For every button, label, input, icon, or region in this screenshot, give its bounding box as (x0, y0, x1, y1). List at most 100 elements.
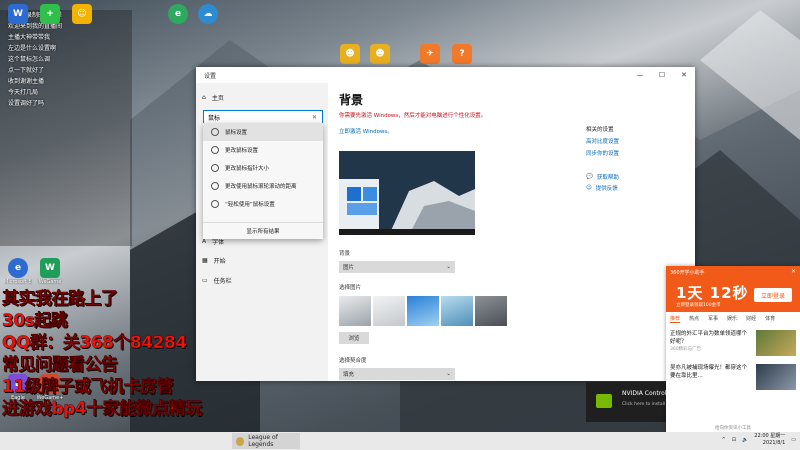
taskbar: League of Legends ^ ⊡ 🔈 22:00 星期一 2021/8… (0, 432, 800, 450)
suggestion-label: 更改鼠标设置 (225, 148, 259, 154)
gear-icon (211, 164, 219, 172)
news-tab[interactable]: 财经 (746, 315, 756, 323)
nav-home[interactable]: ⌂ 主页 (202, 93, 224, 102)
app-icon: ☺ (72, 4, 92, 24)
desktop-icon[interactable]: + (36, 4, 64, 24)
clock[interactable]: 22:00 星期一 2021/8/1 (754, 433, 785, 447)
notification-icon[interactable]: ▭ (791, 437, 796, 443)
news-item-source: 360精彩与广告 (670, 347, 702, 352)
network-icon[interactable]: ⊡ (732, 437, 736, 443)
login-button[interactable]: 立即登录 (754, 288, 792, 302)
home-icon: ⌂ (202, 94, 206, 101)
clock-date: 2021/8/1 (762, 440, 786, 446)
suggestion-item[interactable]: 更改鼠标设置 (203, 141, 323, 159)
background-type-value: 图片 (343, 265, 355, 271)
chevron-up-icon[interactable]: ^ (722, 437, 726, 443)
desktop-icon[interactable]: ☻ (366, 44, 394, 64)
gear-icon (211, 182, 219, 190)
preview-image (339, 151, 475, 235)
app-icon: W (8, 4, 28, 24)
news-item[interactable]: 吴亦凡被捕现场曝光！都穿这个要在靠比里... (670, 364, 750, 380)
feedback-icon: ☺ (586, 185, 592, 191)
news-tab[interactable]: 军事 (708, 315, 718, 323)
gear-icon (211, 146, 219, 154)
settings-search-box[interactable]: ✕ (203, 110, 323, 124)
nav-home-label: 主页 (211, 95, 224, 102)
desktop-icon[interactable]: W (4, 4, 32, 24)
app-icon: ✈ (420, 44, 440, 64)
desktop-icon[interactable]: ? (448, 44, 476, 64)
desktop-icon-wegame[interactable]: W WeGame (36, 258, 64, 285)
desktop-icon[interactable]: ☻ (336, 44, 364, 64)
volume-icon[interactable]: 🔈 (742, 437, 748, 443)
suggestion-item[interactable]: 鼠标设置 (203, 123, 323, 141)
sync-settings-link[interactable]: 同步你的设置 (586, 149, 686, 157)
system-tray: ^ ⊡ 🔈 22:00 星期一 2021/8/1 ▭ (722, 433, 796, 447)
fit-select[interactable]: 填充 ⌄ (339, 368, 455, 380)
taskbar-app-label: League of Legends (248, 434, 278, 448)
feedback-link[interactable]: ☺ 提供反馈 (586, 184, 686, 192)
title-bar[interactable]: 设置 — ☐ ✕ (196, 67, 695, 83)
suggestion-label: 更改鼠标指针大小 (225, 166, 270, 172)
get-help-label: 获取帮助 (596, 175, 619, 181)
news-item-title: 吴亦凡被捕现场曝光！都穿这个要在靠比里... (670, 365, 748, 379)
background-type-select[interactable]: 图片 ⌄ (339, 261, 455, 273)
activation-warning: 你需要先激活 Windows，然后才能对电脑进行个性化设置。 (339, 113, 487, 119)
desktop-icon[interactable]: ☺ (68, 4, 96, 24)
news-thumbnail[interactable] (756, 330, 796, 356)
news-tab[interactable]: 推荐 (670, 315, 681, 323)
clock-time: 22:00 星期一 (754, 433, 786, 439)
suggestion-label: “轻松使用”鼠标设置 (225, 202, 275, 208)
suggestion-item[interactable]: 更改鼠标指针大小 (203, 159, 323, 177)
countdown-subtitle: 立即登录领取100金币 (676, 303, 721, 308)
window-title: 设置 (204, 72, 217, 80)
picture-thumbnail[interactable] (373, 296, 405, 326)
news-header: 360开学小助手 ✕ 1天 12秒 立即登录领取100金币 立即登录 (666, 266, 800, 312)
picture-thumbnail[interactable] (407, 296, 439, 326)
picture-thumbnail[interactable] (441, 296, 473, 326)
nav-taskbar[interactable]: ▭ 任务栏 (202, 276, 232, 285)
search-input[interactable] (204, 113, 312, 121)
news-thumbnail[interactable] (756, 364, 796, 390)
taskbar-app-league-of-legends[interactable]: League of Legends (232, 433, 300, 449)
maximize-button[interactable]: ☐ (651, 67, 673, 83)
desktop-icon[interactable]: ✈ (416, 44, 444, 64)
browse-button[interactable]: 浏览 (339, 332, 369, 344)
edge-icon: e (168, 4, 188, 24)
minimize-button[interactable]: — (629, 67, 651, 83)
news-tab[interactable]: 热点 (689, 315, 699, 323)
desktop-icon[interactable]: e (164, 4, 192, 24)
activate-windows-link[interactable]: 立即激活 Windows。 (339, 127, 393, 135)
chevron-down-icon: ⌄ (446, 264, 451, 270)
overlay-line: 进游戏bp4十家能微点精玩 (2, 399, 203, 419)
desktop-icon[interactable]: ☁ (194, 4, 222, 24)
chevron-down-icon: ⌄ (446, 371, 451, 377)
suggestion-item[interactable]: “轻松使用”鼠标设置 (203, 195, 323, 213)
news-tab[interactable]: 娱乐 (727, 315, 737, 323)
show-all-results-button[interactable]: 显示所有结果 (203, 222, 323, 239)
chat-line: 左边是什么设置啊 (8, 45, 57, 52)
get-help-link[interactable]: 💬 获取帮助 (586, 173, 686, 181)
nvidia-logo-icon (596, 394, 612, 408)
picture-thumbnail[interactable] (339, 296, 371, 326)
news-footer: 给向你资讯小工具 (715, 426, 751, 431)
feedback-label: 提供反馈 (595, 186, 618, 192)
fit-label: 选择契合度 (339, 358, 367, 364)
desktop-icon-edge[interactable]: e Microsoft Edge (4, 258, 32, 285)
close-button[interactable]: ✕ (673, 67, 695, 83)
picture-thumbnail[interactable] (475, 296, 507, 326)
high-contrast-link[interactable]: 高对比度设置 (586, 137, 686, 145)
chat-line: 今天打几局 (8, 89, 39, 96)
settings-content: 背景 你需要先激活 Windows，然后才能对电脑进行个性化设置。 立即激活 W… (328, 83, 695, 381)
suggestion-item[interactable]: 更改使用鼠标滚轮滚动的距离 (203, 177, 323, 195)
chat-line: 这个鼠标怎么调 (8, 56, 51, 63)
news-tab[interactable]: 体育 (765, 315, 775, 323)
nav-start[interactable]: ▦ 开始 (202, 256, 226, 265)
fit-value: 填充 (343, 372, 355, 378)
background-preview (339, 151, 475, 235)
app-icon: ☻ (370, 44, 390, 64)
clear-search-icon[interactable]: ✕ (312, 114, 317, 121)
news-item[interactable]: 正规的外汇平台为数单领道哪个好呢？ 360精彩与广告 (670, 330, 750, 354)
cloud-icon: ☁ (198, 4, 218, 24)
close-icon[interactable]: ✕ (791, 268, 796, 275)
